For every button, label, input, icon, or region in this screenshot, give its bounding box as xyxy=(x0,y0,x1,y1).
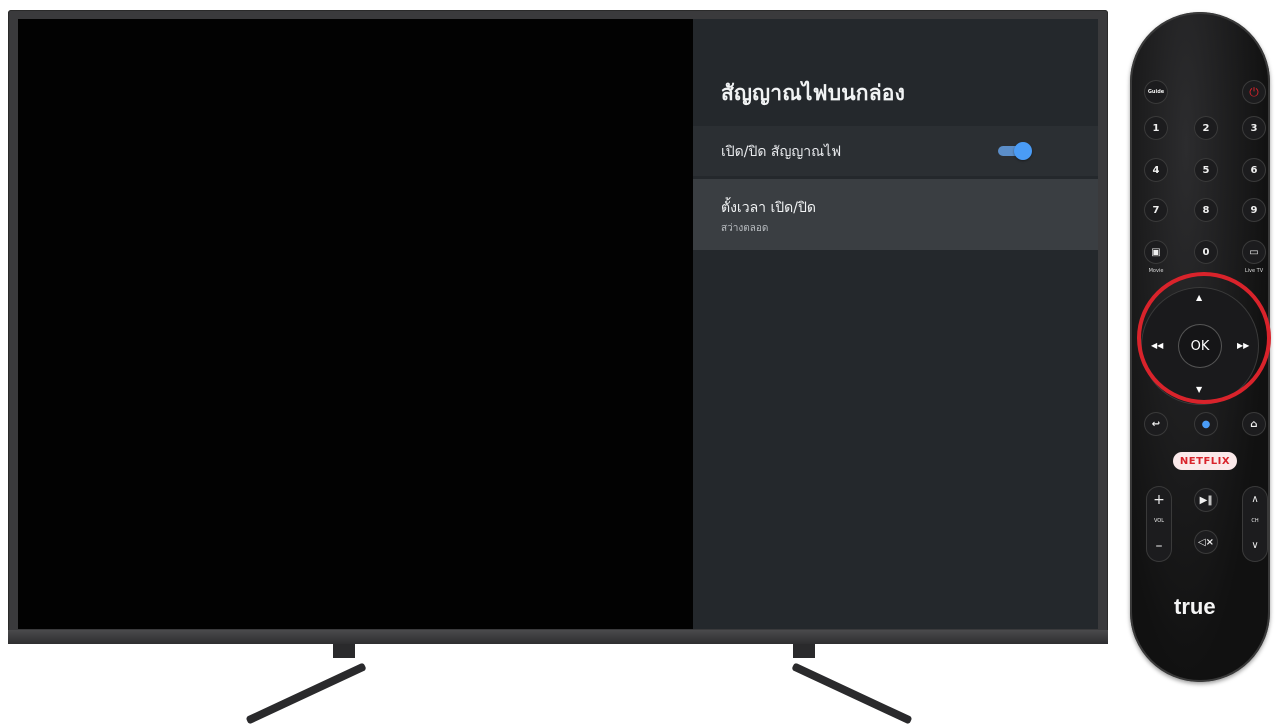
digit-1-button[interactable]: 1 xyxy=(1144,116,1168,140)
power-icon: ⏻ xyxy=(1249,84,1259,99)
movie-icon: ▣ xyxy=(1151,246,1161,258)
setting-row-value: สว่างตลอด xyxy=(721,223,769,234)
switch-knob xyxy=(1014,142,1032,160)
mute-button[interactable]: ◁× xyxy=(1194,530,1218,554)
live-tv-button[interactable]: ▭ xyxy=(1242,240,1266,264)
mic-icon: ● xyxy=(1201,418,1211,430)
digit-6-button[interactable]: 6 xyxy=(1242,158,1266,182)
back-icon: ↩ xyxy=(1151,418,1161,430)
channel-down-icon[interactable]: ∨ xyxy=(1242,540,1268,551)
setting-row-timer[interactable]: ตั้งเวลา เปิด/ปิด สว่างตลอด xyxy=(693,179,1098,250)
digit-7-button[interactable]: 7 xyxy=(1144,198,1168,222)
netflix-button[interactable]: NETFLIX xyxy=(1173,452,1237,470)
video-area xyxy=(18,19,693,629)
digit-3-button[interactable]: 3 xyxy=(1242,116,1266,140)
movie-button[interactable]: ▣ xyxy=(1144,240,1168,264)
back-button[interactable]: ↩ xyxy=(1144,412,1168,436)
tv-screen: สัญญาณไฟบนกล่อง เปิด/ปิด สัญญาณไฟ ตั้งเว… xyxy=(18,19,1098,629)
setting-row-label: ตั้งเวลา เปิด/ปิด xyxy=(721,200,816,216)
volume-rocker[interactable]: + VOL – xyxy=(1146,486,1172,562)
ok-highlight-ring xyxy=(1137,272,1271,404)
guide-button[interactable]: Guide xyxy=(1144,80,1168,104)
movie-label: Movie xyxy=(1148,268,1164,274)
vol-label: VOL xyxy=(1153,518,1165,524)
digit-5-button[interactable]: 5 xyxy=(1194,158,1218,182)
volume-down-icon[interactable]: – xyxy=(1146,538,1172,554)
ch-label: CH xyxy=(1251,518,1259,524)
channel-rocker[interactable]: ∧ CH ∨ xyxy=(1242,486,1268,562)
tv-stand-right xyxy=(791,662,913,725)
tv-foot-left xyxy=(333,644,355,658)
power-button[interactable]: ⏻ xyxy=(1242,80,1266,104)
play-pause-icon: ▶‖ xyxy=(1199,494,1213,506)
digit-8-button[interactable]: 8 xyxy=(1194,198,1218,222)
setting-row-led-toggle[interactable]: เปิด/ปิด สัญญาณไฟ xyxy=(693,126,1098,176)
setting-row-label: เปิด/ปิด สัญญาณไฟ xyxy=(721,144,842,160)
settings-panel: สัญญาณไฟบนกล่อง เปิด/ปิด สัญญาณไฟ ตั้งเว… xyxy=(693,19,1098,629)
digit-0-button[interactable]: 0 xyxy=(1194,240,1218,264)
digit-2-button[interactable]: 2 xyxy=(1194,116,1218,140)
digit-9-button[interactable]: 9 xyxy=(1242,198,1266,222)
led-toggle-switch[interactable] xyxy=(996,142,1032,160)
voice-button[interactable]: ● xyxy=(1194,412,1218,436)
tv-icon: ▭ xyxy=(1249,246,1259,258)
home-icon: ⌂ xyxy=(1250,418,1258,430)
live-tv-label: Live TV xyxy=(1244,268,1264,274)
brand-logo: true xyxy=(1174,594,1216,619)
tv-stand-left xyxy=(245,662,367,725)
volume-up-icon[interactable]: + xyxy=(1146,492,1172,508)
panel-title: สัญญาณไฟบนกล่อง xyxy=(721,81,906,105)
tv-foot-right xyxy=(793,644,815,658)
mute-icon: ◁× xyxy=(1197,536,1215,548)
digit-4-button[interactable]: 4 xyxy=(1144,158,1168,182)
channel-up-icon[interactable]: ∧ xyxy=(1242,494,1268,505)
home-button[interactable]: ⌂ xyxy=(1242,412,1266,436)
play-pause-button[interactable]: ▶‖ xyxy=(1194,488,1218,512)
